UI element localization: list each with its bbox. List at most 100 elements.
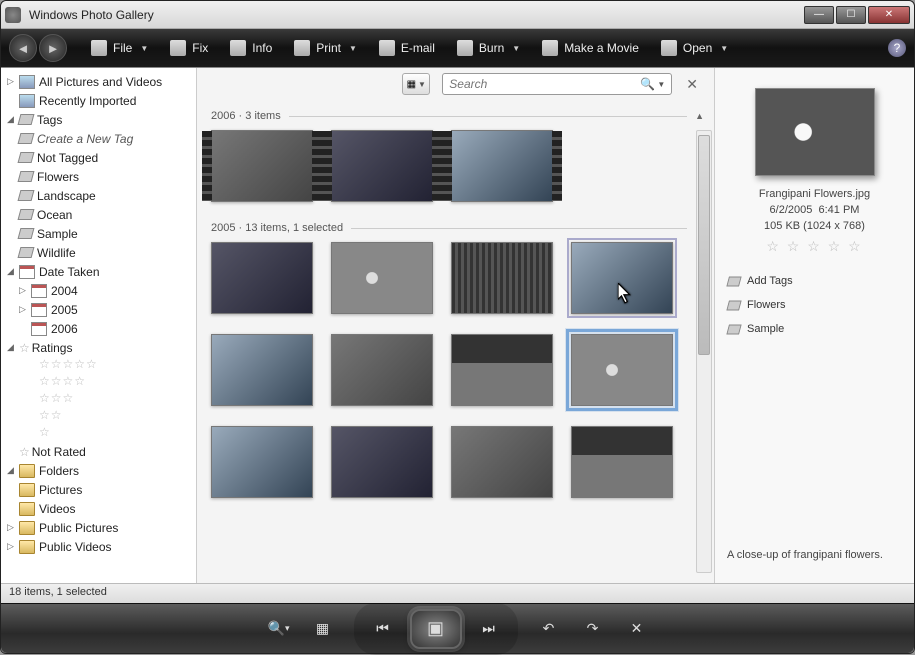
info-size: 105 KB (1024 x 768) <box>727 220 902 232</box>
thumbnail[interactable] <box>451 334 553 406</box>
print-icon <box>294 40 310 56</box>
group-header-2005: 2005 · 13 items, 1 selected ▲ <box>211 222 704 234</box>
make-movie-button[interactable]: Make a Movie <box>532 36 649 60</box>
info-tag-sample[interactable]: Sample <box>727 323 902 335</box>
tree-tag-flowers[interactable]: Flowers <box>3 167 194 186</box>
folder-icon <box>19 464 35 478</box>
tree-tag-wildlife[interactable]: Wildlife <box>3 243 194 262</box>
tag-icon <box>18 114 35 125</box>
tree-tag-ocean[interactable]: Ocean <box>3 205 194 224</box>
collapse-toggle[interactable]: ▲ <box>695 111 704 121</box>
tree-date-2006[interactable]: 2006 <box>3 319 194 338</box>
info-icon <box>230 40 246 56</box>
thumbnail[interactable] <box>451 426 553 498</box>
tree-folder-public-videos[interactable]: ▷Public Videos <box>3 537 194 556</box>
previous-button[interactable]: ⏮ <box>370 616 396 642</box>
titlebar: Windows Photo Gallery — ☐ ✕ <box>1 1 914 29</box>
info-caption[interactable]: A close-up of frangipani flowers. <box>727 541 902 575</box>
next-button[interactable]: ⏭ <box>476 616 502 642</box>
minimize-button[interactable]: — <box>804 6 834 24</box>
tree-all-pictures[interactable]: ▷All Pictures and Videos <box>3 72 194 91</box>
gallery-main: ▦▼ 🔍▼ ✕ 2006 · 3 items ▲ 200 <box>197 68 714 583</box>
star-icon: ☆ <box>19 341 30 355</box>
tree-create-tag[interactable]: Create a New Tag <box>3 129 194 148</box>
rating-1[interactable]: ☆ <box>3 425 194 442</box>
fix-icon <box>170 40 186 56</box>
add-tags-button[interactable]: Add Tags <box>727 275 902 287</box>
thumbnail[interactable] <box>211 426 313 498</box>
tree-folder-public-pictures[interactable]: ▷Public Pictures <box>3 518 194 537</box>
tree-folder-pictures[interactable]: Pictures <box>3 480 194 499</box>
close-info-panel[interactable]: ✕ <box>680 74 704 95</box>
help-button[interactable]: ? <box>888 39 906 57</box>
search-icon[interactable]: 🔍 <box>640 77 655 91</box>
rating-4[interactable]: ☆☆☆☆ <box>3 374 194 391</box>
file-icon <box>91 40 107 56</box>
scrollbar[interactable] <box>696 130 712 573</box>
tree-tag-not-tagged[interactable]: Not Tagged <box>3 148 194 167</box>
info-filename: Frangipani Flowers.jpg <box>727 188 902 200</box>
burn-menu[interactable]: Burn▼ <box>447 36 530 60</box>
rating-3[interactable]: ☆☆☆ <box>3 391 194 408</box>
thumbnail-size-button[interactable]: ▦ <box>310 616 336 642</box>
rotate-ccw-button[interactable]: ↶ <box>536 616 562 642</box>
email-button[interactable]: E-mail <box>369 36 445 60</box>
info-button[interactable]: Info <box>220 36 282 60</box>
playback-bar: 🔍▾ ▦ ⏮ ▣ ⏭ ↶ ↷ ✕ <box>1 603 914 653</box>
thumbnail[interactable] <box>211 334 313 406</box>
tree-date-2005[interactable]: ▷2005 <box>3 300 194 319</box>
thumbnail[interactable] <box>331 426 433 498</box>
thumbnail-video[interactable] <box>451 130 553 202</box>
thumbnail[interactable] <box>331 242 433 314</box>
email-icon <box>379 40 395 56</box>
tree-folder-videos[interactable]: Videos <box>3 499 194 518</box>
search-box[interactable]: 🔍▼ <box>442 73 672 95</box>
zoom-button[interactable]: 🔍▾ <box>266 616 292 642</box>
tree-ratings[interactable]: ◢☆Ratings <box>3 338 194 357</box>
maximize-button[interactable]: ☐ <box>836 6 866 24</box>
tree-date-2004[interactable]: ▷2004 <box>3 281 194 300</box>
scroll-thumb[interactable] <box>698 135 710 355</box>
view-toggle[interactable]: ▦▼ <box>402 73 430 95</box>
thumbnail[interactable] <box>211 242 313 314</box>
rating-2[interactable]: ☆☆ <box>3 408 194 425</box>
tree-date-taken[interactable]: ◢Date Taken <box>3 262 194 281</box>
info-datetime: 6/2/2005 6:41 PM <box>727 204 902 216</box>
fix-button[interactable]: Fix <box>160 36 218 60</box>
movie-icon <box>542 40 558 56</box>
tree-not-rated[interactable]: ☆Not Rated <box>3 442 194 461</box>
tree-recently-imported[interactable]: Recently Imported <box>3 91 194 110</box>
tree-tag-sample[interactable]: Sample <box>3 224 194 243</box>
slideshow-button[interactable]: ▣ <box>410 609 462 649</box>
tree-folders[interactable]: ◢Folders <box>3 461 194 480</box>
info-rating[interactable]: ☆ ☆ ☆ ☆ ☆ <box>727 238 902 255</box>
back-button[interactable]: ◄ <box>9 34 37 62</box>
thumbnail-video[interactable] <box>331 130 433 202</box>
info-tag-flowers[interactable]: Flowers <box>727 299 902 311</box>
close-button[interactable]: ✕ <box>868 6 910 24</box>
thumbnail[interactable] <box>451 242 553 314</box>
info-panel: Frangipani Flowers.jpg 6/2/2005 6:41 PM … <box>714 68 914 583</box>
rotate-cw-button[interactable]: ↷ <box>580 616 606 642</box>
open-menu[interactable]: Open▼ <box>651 36 738 60</box>
forward-button[interactable]: ► <box>39 34 67 62</box>
status-bar: 18 items, 1 selected <box>1 583 914 603</box>
toolbar: ◄ ► File▼ Fix Info Print▼ E-mail Burn▼ M… <box>1 29 914 67</box>
thumbnail-video[interactable] <box>211 130 313 202</box>
thumbnail[interactable] <box>571 242 673 314</box>
preview-thumbnail <box>755 88 875 176</box>
tree-tag-landscape[interactable]: Landscape <box>3 186 194 205</box>
thumbnail[interactable] <box>571 426 673 498</box>
thumbnail-selected[interactable] <box>571 334 673 406</box>
calendar-icon <box>19 265 35 279</box>
window-title: Windows Photo Gallery <box>29 8 804 22</box>
thumbnail[interactable] <box>331 334 433 406</box>
search-input[interactable] <box>449 77 636 91</box>
rating-5[interactable]: ☆☆☆☆☆ <box>3 357 194 374</box>
file-menu[interactable]: File▼ <box>81 36 158 60</box>
tree-tags[interactable]: ◢Tags <box>3 110 194 129</box>
app-icon <box>5 7 21 23</box>
delete-button[interactable]: ✕ <box>624 616 650 642</box>
burn-icon <box>457 40 473 56</box>
print-menu[interactable]: Print▼ <box>284 36 367 60</box>
